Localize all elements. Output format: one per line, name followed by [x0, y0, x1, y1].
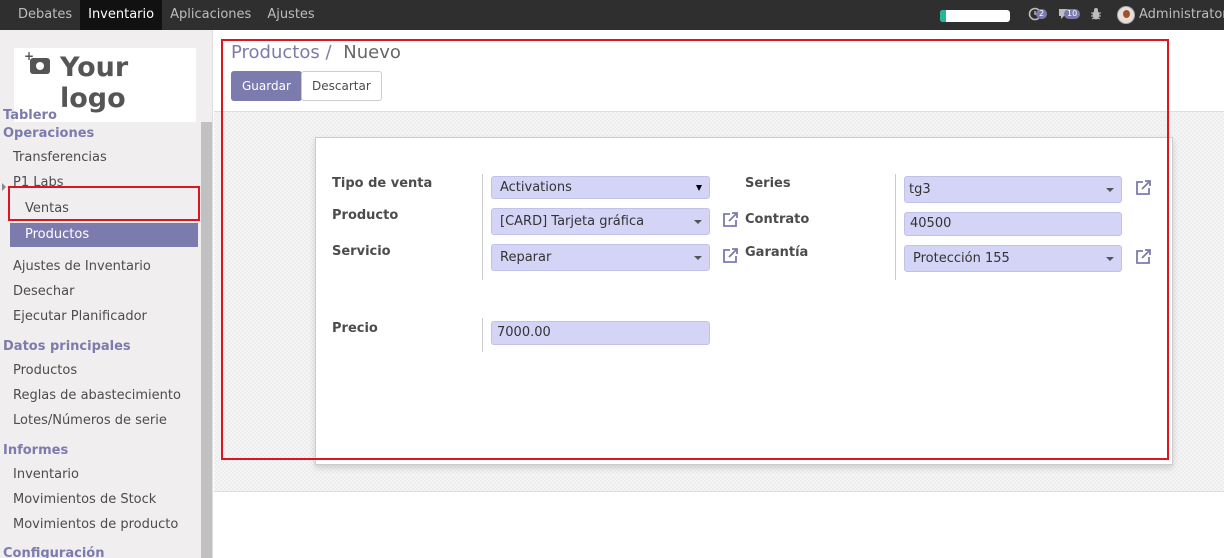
- sidebar-item-mov-producto[interactable]: Movimientos de producto: [13, 517, 178, 532]
- app-menu: Debates Inventario Aplicaciones Ajustes: [10, 0, 323, 30]
- logo-text: Your logo: [60, 52, 129, 114]
- sidebar-section-tablero[interactable]: Tablero: [3, 108, 57, 123]
- top-navbar: Debates Inventario Aplicaciones Ajustes …: [0, 0, 1224, 30]
- menu-ajustes[interactable]: Ajustes: [259, 0, 322, 30]
- debug-bug-icon[interactable]: [1090, 7, 1102, 25]
- highlight-box-form: [221, 39, 1169, 460]
- user-avatar[interactable]: [1117, 6, 1135, 24]
- messages-count-badge: 10: [1064, 9, 1081, 19]
- onboarding-progress-bar[interactable]: [940, 10, 1010, 22]
- highlight-box-sidebar: [8, 186, 200, 221]
- sidebar-item-label: Productos: [25, 227, 90, 242]
- sidebar: Your logo Tablero Operaciones Transferen…: [0, 30, 213, 558]
- sidebar-item-productos[interactable]: Productos: [13, 363, 77, 378]
- menu-debates[interactable]: Debates: [10, 0, 80, 30]
- sidebar-item-desechar[interactable]: Desechar: [13, 284, 74, 299]
- sidebar-section-informes: Informes: [3, 443, 69, 458]
- sidebar-section-datos-principales: Datos principales: [3, 339, 131, 354]
- sidebar-section-configuracion: Configuración: [3, 546, 105, 558]
- sidebar-scrollbar[interactable]: [201, 122, 212, 558]
- sidebar-item-lotes[interactable]: Lotes/Números de serie: [13, 413, 167, 428]
- sidebar-item-reglas[interactable]: Reglas de abastecimiento: [13, 388, 181, 403]
- sidebar-item-transferencias[interactable]: Transferencias: [13, 150, 107, 165]
- sidebar-item-ajustes-inventario[interactable]: Ajustes de Inventario: [13, 259, 151, 274]
- sidebar-item-mov-stock[interactable]: Movimientos de Stock: [13, 492, 156, 507]
- sidebar-section-operaciones: Operaciones: [3, 126, 95, 141]
- user-menu[interactable]: Administrator (: [1139, 0, 1224, 30]
- progress-fill: [940, 10, 946, 22]
- sidebar-item-inventario[interactable]: Inventario: [13, 467, 79, 482]
- menu-inventario[interactable]: Inventario: [80, 0, 163, 30]
- camera-icon: [24, 49, 50, 74]
- menu-aplicaciones[interactable]: Aplicaciones: [162, 0, 259, 30]
- sidebar-item-planificador[interactable]: Ejecutar Planificador: [13, 309, 147, 324]
- sidebar-item-productos-active[interactable]: Productos: [10, 223, 198, 247]
- expand-caret-icon[interactable]: [2, 183, 6, 191]
- activity-count-badge: 2: [1036, 9, 1048, 19]
